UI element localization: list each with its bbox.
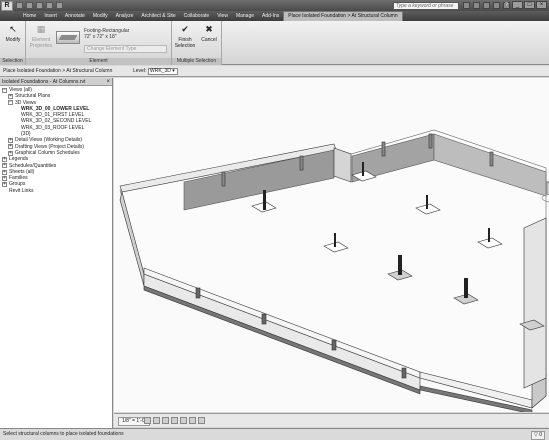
quick-access-toolbar [16, 2, 63, 9]
current-command-label: Place Isolated Foundation > At Structura… [3, 68, 113, 74]
modify-button[interactable]: ↖ Modify [3, 24, 23, 43]
tab-architect-site[interactable]: Architect & Site [137, 12, 179, 21]
tab-collaborate[interactable]: Collaborate [180, 12, 214, 21]
help-icon[interactable]: ? [503, 2, 510, 9]
application-menu-button[interactable]: R [1, 1, 13, 11]
open-icon[interactable] [16, 2, 23, 9]
tab-modify[interactable]: Modify [89, 12, 112, 21]
crop-view-icon[interactable] [180, 417, 187, 424]
tab-analyze[interactable]: Analyze [112, 12, 138, 21]
communication-icon[interactable] [483, 2, 490, 9]
level-select[interactable]: WRK_3D ▾ [148, 68, 178, 75]
element-panel: ▦ Element Properties Footing-Rectangular… [26, 21, 172, 65]
favorites-icon[interactable] [493, 2, 500, 9]
ribbon-tabs: Home Insert Annotate Modify Analyze Arch… [0, 11, 549, 21]
type-thumbnail-icon[interactable] [56, 31, 80, 44]
status-bar: Select structural columns to place isola… [0, 428, 549, 440]
element-panel-title: Element [26, 58, 171, 65]
redo-icon[interactable] [46, 2, 53, 9]
project-browser-title: Isolated Foundations - At Columns.rvt × [0, 78, 112, 86]
browser-tree-label: Revit Links [9, 187, 34, 194]
cursor-arrow-icon: ↖ [9, 24, 17, 34]
undo-icon[interactable] [36, 2, 43, 9]
infocenter-toolbar: ? [463, 2, 510, 9]
ribbon-panel: ↖ Modify Selection ▦ Element Properties … [0, 21, 549, 65]
search-input[interactable] [393, 2, 459, 10]
expand-icon[interactable]: + [2, 163, 7, 169]
visual-style-icon[interactable] [153, 417, 160, 424]
tab-view[interactable]: View [213, 12, 232, 21]
tab-add-ins[interactable]: Add-Ins [258, 12, 283, 21]
level-label: Level: [133, 68, 147, 74]
selection-panel-title: Selection [0, 58, 25, 65]
viewcube-icon[interactable] [540, 174, 549, 204]
expand-icon[interactable]: + [8, 150, 13, 156]
collapse-icon[interactable]: − [8, 100, 13, 106]
project-browser: Isolated Foundations - At Columns.rvt × … [0, 78, 113, 428]
shadows-icon[interactable] [171, 417, 178, 424]
maximize-button[interactable]: □ [524, 1, 535, 9]
tab-annotate[interactable]: Annotate [61, 12, 89, 21]
checkmark-icon: ✔ [181, 24, 189, 34]
collapse-icon[interactable]: − [2, 87, 7, 93]
multiple-selection-panel-title: Multiple Selection [172, 58, 221, 65]
tab-place-isolated-foundation[interactable]: Place Isolated Foundation > At Structura… [283, 11, 403, 21]
properties-icon: ▦ [36, 24, 46, 34]
status-message: Select structural columns to place isola… [3, 431, 124, 437]
close-icon[interactable]: × [106, 78, 110, 86]
expand-icon[interactable]: + [8, 144, 13, 150]
options-bar: Place Isolated Foundation > At Structura… [0, 66, 549, 77]
selection-filter[interactable]: ▽ 0 [530, 431, 545, 440]
multiple-selection-panel: ✔ Finish Selection ✖ Cancel Multiple Sel… [172, 21, 222, 65]
expand-icon[interactable]: + [2, 182, 7, 188]
element-properties-button[interactable]: ▦ Element Properties [28, 24, 54, 49]
expand-icon[interactable]: + [8, 93, 13, 99]
title-bar: R ? _ □ × [0, 0, 549, 11]
cancel-button[interactable]: ✖ Cancel [198, 24, 220, 43]
sun-path-icon[interactable] [162, 417, 169, 424]
selection-panel: ↖ Modify Selection [0, 21, 26, 65]
tab-home[interactable]: Home [19, 12, 40, 21]
x-icon: ✖ [205, 24, 213, 34]
browser-tree-item[interactable]: Revit Links [0, 188, 112, 194]
change-element-type-dropdown[interactable]: Change Element Type [84, 45, 167, 53]
detail-level-icon[interactable] [144, 417, 151, 424]
view-control-icons [144, 417, 205, 424]
view-control-bar: 1/8" = 1'-0" [114, 413, 549, 427]
search-icon[interactable] [463, 2, 470, 9]
finish-selection-button[interactable]: ✔ Finish Selection [174, 24, 196, 49]
expand-icon[interactable]: + [2, 175, 7, 181]
expand-icon[interactable]: + [8, 138, 13, 144]
print-icon[interactable] [56, 2, 63, 9]
subscription-icon[interactable] [473, 2, 480, 9]
browser-tree: − Views (all) + Structural Plans −3D Views WR… [0, 86, 112, 194]
window-controls: _ □ × [512, 1, 547, 9]
tab-insert[interactable]: Insert [40, 12, 61, 21]
type-selector[interactable]: Footing-Rectangular 72" x 72" x 18" [84, 28, 129, 40]
close-button[interactable]: × [536, 1, 547, 9]
3d-view-canvas[interactable] [114, 78, 549, 412]
show-crop-icon[interactable] [189, 417, 196, 424]
expand-icon[interactable]: + [2, 169, 7, 175]
expand-icon[interactable]: + [2, 156, 7, 162]
tab-manage[interactable]: Manage [232, 12, 258, 21]
save-icon[interactable] [26, 2, 33, 9]
foundation-model-drawing [119, 129, 547, 412]
minimize-button[interactable]: _ [512, 1, 523, 9]
temporary-hide-icon[interactable] [198, 417, 205, 424]
